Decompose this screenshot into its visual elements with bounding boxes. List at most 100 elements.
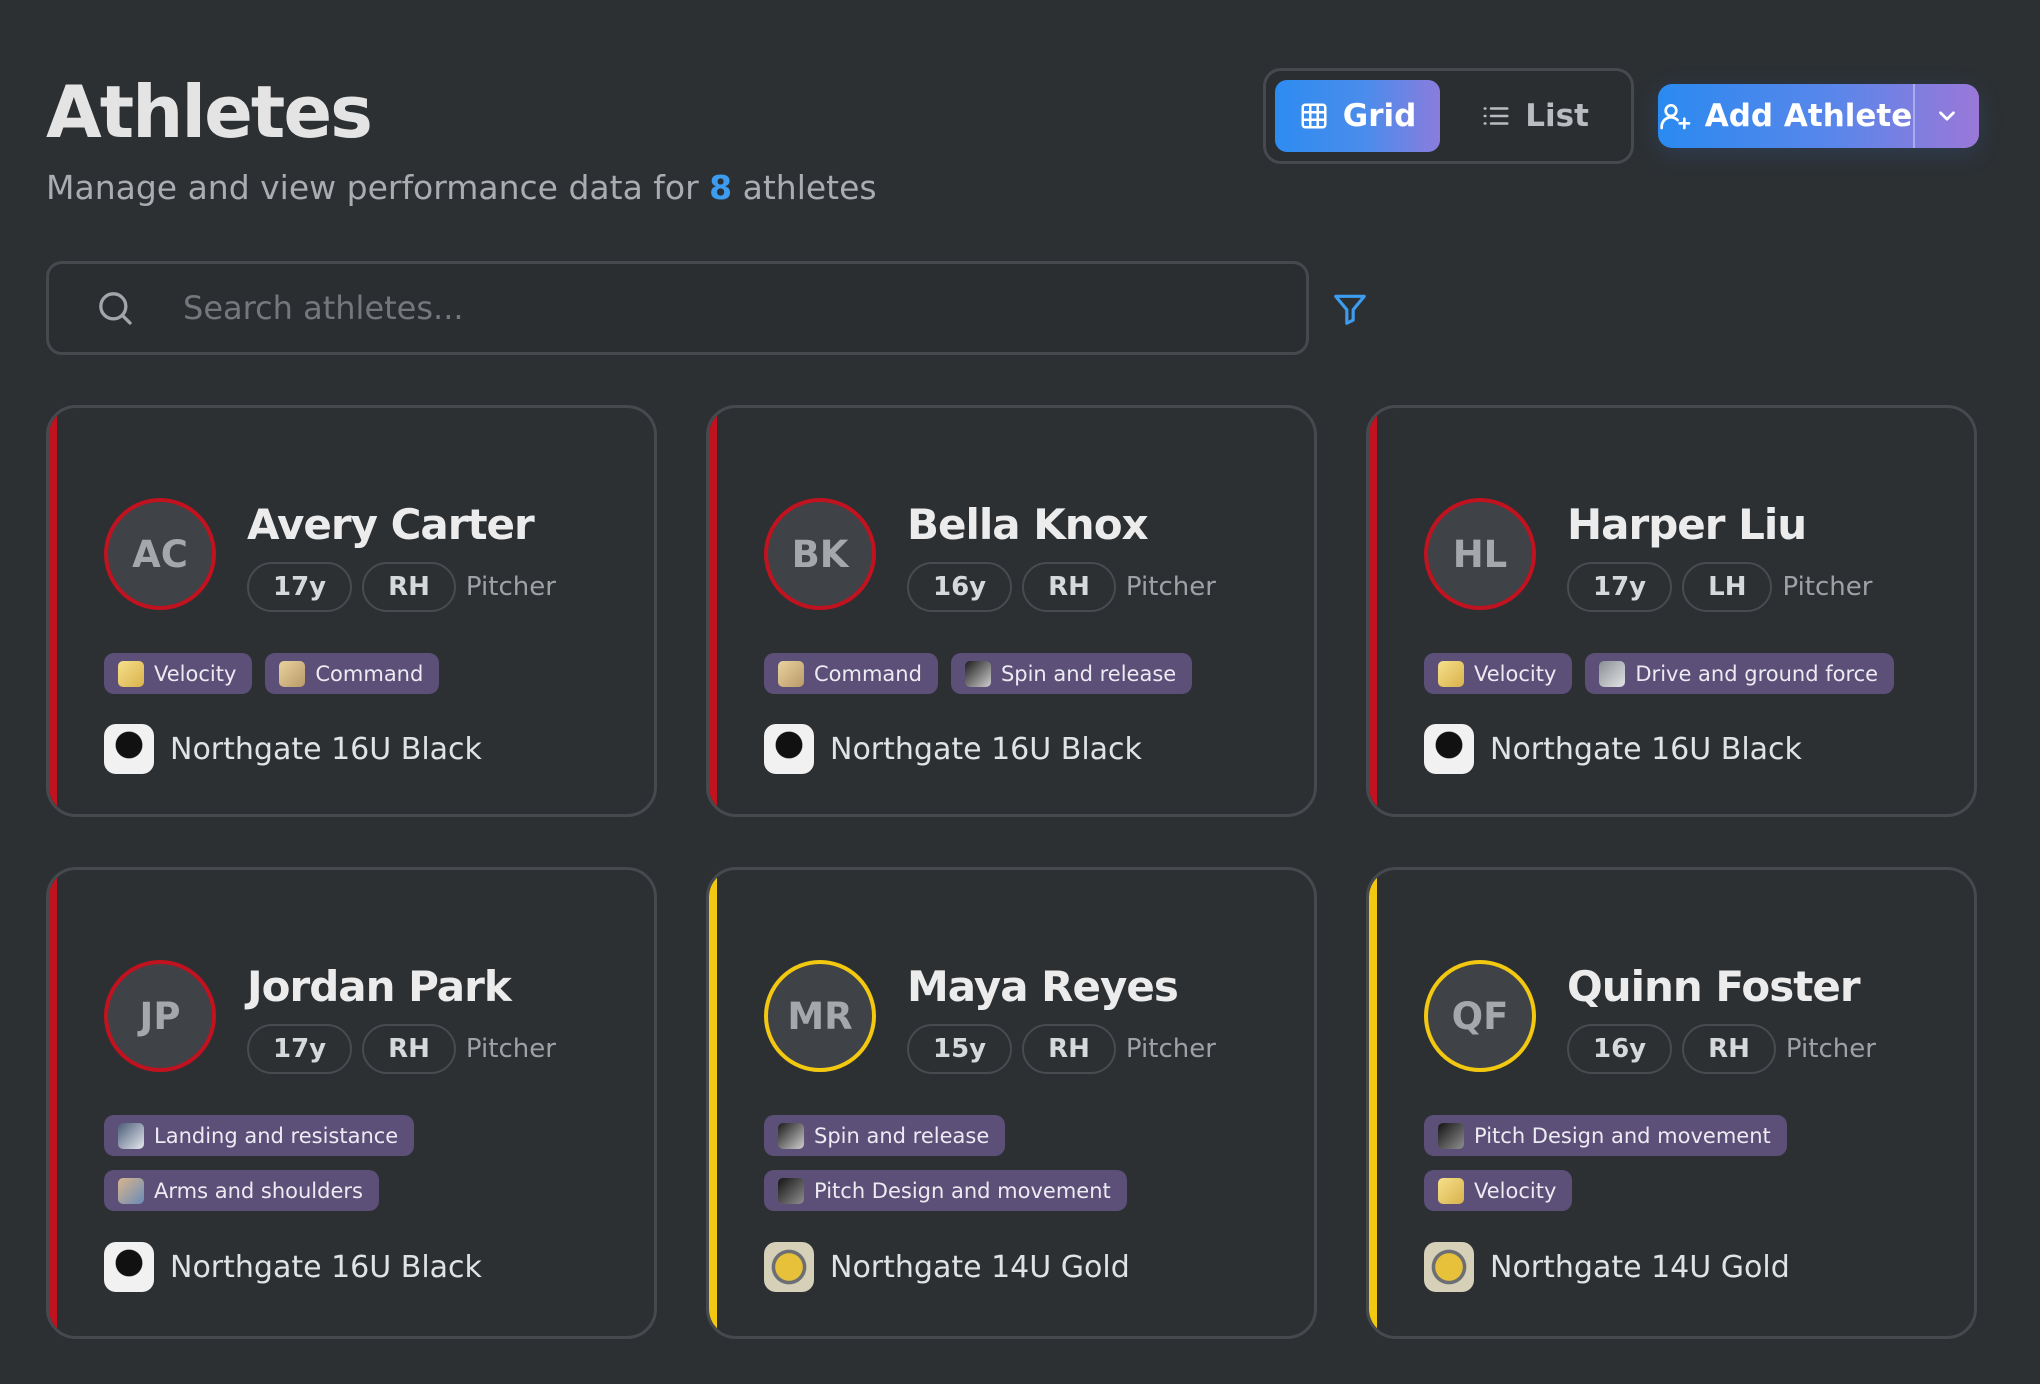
- focus-tag-label: Pitch Design and movement: [814, 1178, 1111, 1203]
- avatar-initials: JP: [139, 994, 181, 1038]
- focus-tag-icon: [964, 660, 991, 687]
- subtitle-prefix: Manage and view performance data for: [46, 168, 699, 207]
- add-athlete-label: Add Athlete: [1704, 98, 1913, 134]
- athlete-card[interactable]: MR Maya Reyes 15y RH Pitcher Spin and re…: [706, 867, 1317, 1339]
- athlete-meta: 17y LH Pitcher: [1567, 562, 1872, 612]
- focus-tag: Command: [764, 653, 938, 694]
- team-name: Northgate 16U Black: [830, 731, 1142, 767]
- team-name: Northgate 16U Black: [170, 731, 482, 767]
- athlete-meta: 15y RH Pitcher: [907, 1024, 1216, 1074]
- filter-button[interactable]: [1331, 290, 1369, 328]
- athlete-meta: 17y RH Pitcher: [247, 1024, 556, 1074]
- avatar: BK: [764, 498, 876, 610]
- team-logo-icon: [1424, 724, 1474, 774]
- focus-tag: Arms and shoulders: [104, 1170, 379, 1211]
- team-logo-icon: [1424, 1242, 1474, 1292]
- position-label: Pitcher: [465, 572, 556, 602]
- focus-tag: Velocity: [1424, 653, 1573, 694]
- focus-tag-icon: [778, 660, 804, 687]
- position-label: Pitcher: [1125, 572, 1216, 602]
- search-input[interactable]: [183, 278, 1306, 338]
- focus-tag: Command: [265, 653, 440, 694]
- athlete-card[interactable]: AC Avery Carter 17y RH Pitcher Velocity …: [46, 405, 657, 817]
- focus-tags: Command Spin and release: [764, 653, 1284, 694]
- handedness-chip: RH: [362, 562, 456, 612]
- avatar: HL: [1424, 498, 1536, 610]
- focus-tag-icon: [118, 660, 144, 687]
- team-color-stripe: [49, 408, 57, 814]
- focus-tag-icon: [778, 1177, 804, 1204]
- athlete-card[interactable]: BK Bella Knox 16y RH Pitcher Command Spi…: [706, 405, 1317, 817]
- team-color-stripe: [1369, 870, 1377, 1336]
- team-logo-icon: [104, 724, 154, 774]
- filter-icon: [1334, 294, 1366, 325]
- team-color-stripe: [1369, 408, 1377, 814]
- subtitle-suffix: athletes: [742, 168, 877, 207]
- team-row: Northgate 14U Gold: [1424, 1242, 1790, 1292]
- focus-tag-label: Landing and resistance: [154, 1123, 399, 1148]
- avatar-initials: QF: [1451, 994, 1509, 1038]
- athlete-name: Maya Reyes: [907, 962, 1179, 1011]
- position-label: Pitcher: [1782, 572, 1873, 602]
- focus-tags: Landing and resistance Arms and shoulder…: [104, 1115, 624, 1211]
- list-icon: [1483, 107, 1509, 125]
- focus-tag: Spin and release: [950, 653, 1193, 694]
- chevron-down-icon: [1939, 111, 1955, 121]
- focus-tag: Velocity: [1424, 1170, 1573, 1211]
- team-logo-icon: [104, 1242, 154, 1292]
- handedness-chip: RH: [1022, 1024, 1116, 1074]
- athlete-card[interactable]: HL Harper Liu 17y LH Pitcher Velocity Dr…: [1366, 405, 1977, 817]
- focus-tag: Pitch Design and movement: [1424, 1115, 1787, 1156]
- team-row: Northgate 16U Black: [104, 724, 482, 774]
- add-athlete-button[interactable]: Add Athlete: [1658, 84, 1913, 148]
- age-chip: 17y: [247, 1024, 353, 1074]
- add-athlete-button-group: Add Athlete: [1658, 84, 1979, 148]
- focus-tag: Landing and resistance: [104, 1115, 415, 1156]
- focus-tag-label: Drive and ground force: [1635, 661, 1879, 686]
- handedness-chip: LH: [1682, 562, 1773, 612]
- grid-icon: [1301, 103, 1327, 129]
- add-athlete-dropdown-button[interactable]: [1913, 84, 1979, 148]
- focus-tag-label: Command: [315, 661, 424, 686]
- position-label: Pitcher: [1785, 1034, 1876, 1064]
- athlete-card[interactable]: JP Jordan Park 17y RH Pitcher Landing an…: [46, 867, 657, 1339]
- team-row: Northgate 16U Black: [104, 1242, 482, 1292]
- age-chip: 16y: [1567, 1024, 1673, 1074]
- focus-tag-icon: [1438, 1177, 1464, 1204]
- age-chip: 16y: [907, 562, 1013, 612]
- page-header: Athletes Manage and view performance dat…: [46, 70, 877, 208]
- avatar: JP: [104, 960, 216, 1072]
- age-chip: 17y: [1567, 562, 1673, 612]
- athlete-name: Quinn Foster: [1567, 962, 1861, 1011]
- list-view-button[interactable]: List: [1448, 80, 1622, 152]
- focus-tag-icon: [778, 1122, 804, 1149]
- athlete-count: 8: [709, 168, 733, 207]
- page-subtitle: Manage and view performance data for 8 a…: [46, 168, 877, 208]
- team-row: Northgate 16U Black: [764, 724, 1142, 774]
- focus-tags: Velocity Drive and ground force: [1424, 653, 1944, 694]
- focus-tag-label: Pitch Design and movement: [1474, 1123, 1771, 1148]
- position-label: Pitcher: [1125, 1034, 1216, 1064]
- focus-tag-label: Velocity: [154, 661, 237, 686]
- avatar-initials: MR: [787, 994, 853, 1038]
- handedness-chip: RH: [362, 1024, 456, 1074]
- focus-tag-icon: [118, 1122, 144, 1149]
- athlete-meta: 16y RH Pitcher: [1567, 1024, 1876, 1074]
- team-name: Northgate 14U Gold: [1490, 1249, 1790, 1285]
- athlete-name: Harper Liu: [1567, 500, 1807, 549]
- team-color-stripe: [709, 408, 717, 814]
- search-bar: [46, 261, 1309, 355]
- handedness-chip: RH: [1682, 1024, 1776, 1074]
- athlete-name: Jordan Park: [247, 962, 512, 1011]
- athlete-card[interactable]: QF Quinn Foster 16y RH Pitcher Pitch Des…: [1366, 867, 1977, 1339]
- grid-view-button[interactable]: Grid: [1275, 80, 1441, 152]
- age-chip: 17y: [247, 562, 353, 612]
- avatar: MR: [764, 960, 876, 1072]
- focus-tags: Pitch Design and movement Velocity: [1424, 1115, 1944, 1211]
- avatar-initials: HL: [1452, 532, 1508, 576]
- focus-tag-icon: [1438, 1122, 1464, 1149]
- grid-view-label: Grid: [1342, 98, 1417, 134]
- team-color-stripe: [49, 870, 57, 1336]
- focus-tag: Spin and release: [764, 1115, 1006, 1156]
- focus-tag-label: Command: [814, 661, 922, 686]
